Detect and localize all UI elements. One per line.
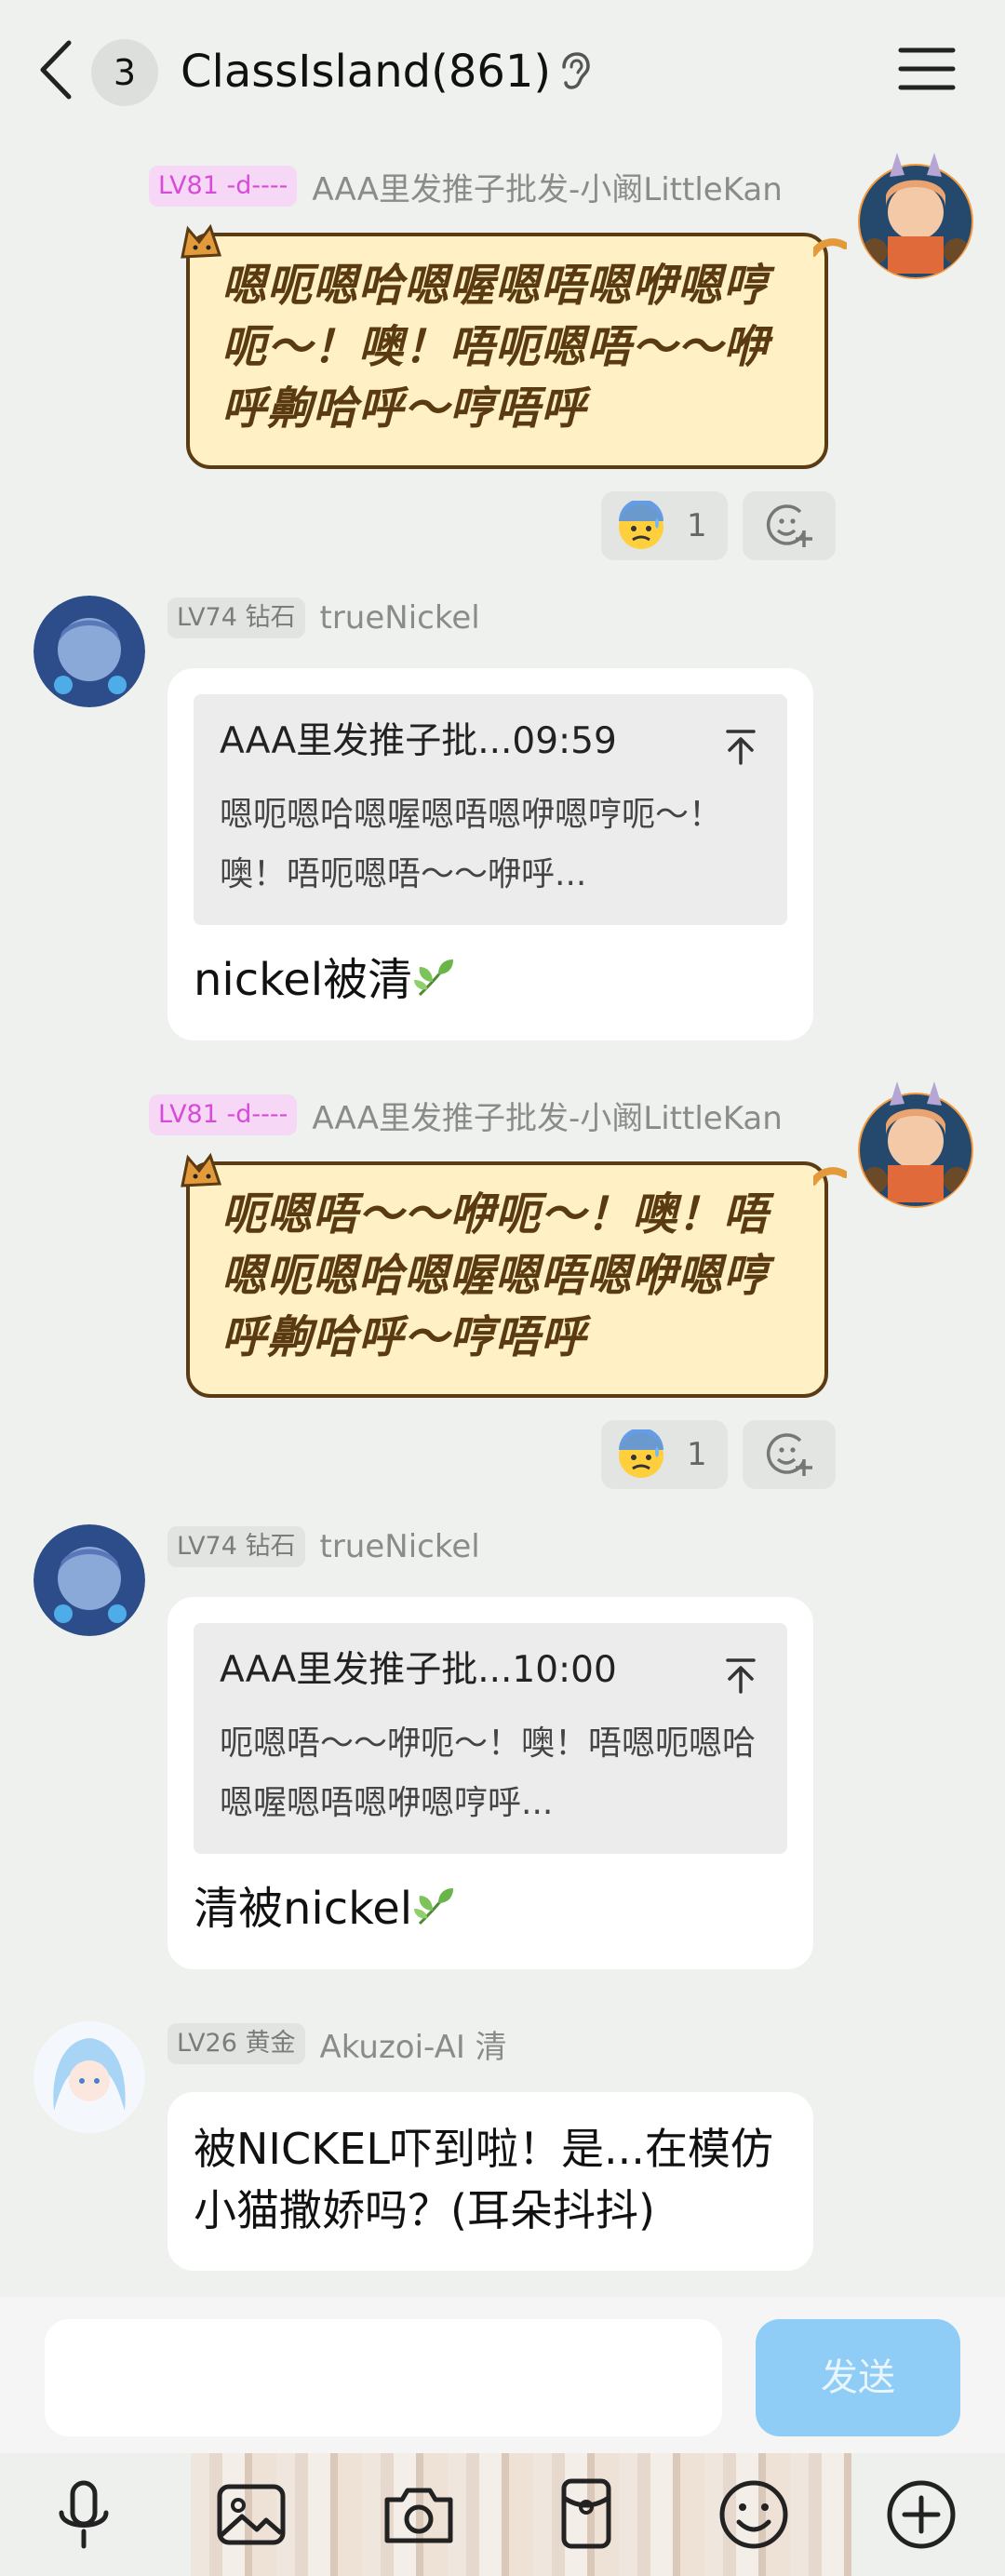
reaction-count: 1	[687, 1436, 707, 1473]
reaction-count: 1	[687, 507, 707, 544]
red-packet-icon[interactable]	[542, 2470, 631, 2559]
add-emoji-icon	[766, 504, 812, 547]
reaction-chip[interactable]: 1	[601, 491, 728, 560]
quote-text: 呃嗯唔～～咿呃～！噢！唔嗯呃嗯哈嗯喔嗯唔嗯咿嗯哼呼...	[220, 1724, 757, 1822]
jump-to-top-icon[interactable]	[722, 1657, 759, 1694]
sender-meta: LV74 钻石 trueNickel	[168, 1524, 480, 1569]
camera-icon[interactable]	[374, 2470, 463, 2559]
level-badge: LV26 黄金	[168, 2023, 305, 2064]
quote-header: AAA里发推子批...10:00	[220, 1649, 617, 1691]
level-badge: LV74 钻石	[168, 1526, 305, 1567]
anxious-sweat-emoji-icon	[619, 501, 663, 549]
sender-name[interactable]: trueNickel	[320, 599, 480, 637]
sender-name[interactable]: Akuzoi-AI 清	[320, 2021, 507, 2067]
message-bubble[interactable]: 被NICKEL吓到啦！是...在模仿小猫撒娇吗？(耳朵抖抖)	[168, 2092, 813, 2271]
anxious-sweat-emoji-icon	[619, 1429, 663, 1478]
unread-count-badge[interactable]: 3	[91, 39, 158, 106]
avatar[interactable]	[34, 596, 145, 707]
message-text: 嗯呃嗯哈嗯喔嗯唔嗯咿嗯哼呃～！噢！唔呃嗯唔～～咿呼齁哈呼～哼唔呼	[221, 260, 770, 435]
sender-meta: LV74 钻石 trueNickel	[168, 596, 480, 640]
message-text: 被NICKEL吓到啦！是...在模仿小猫撒娇吗？(耳朵抖抖)	[194, 2124, 773, 2235]
message-text: 清被nickel	[194, 1876, 459, 1941]
emoji-icon[interactable]	[709, 2470, 798, 2559]
send-button[interactable]: 发送	[756, 2319, 960, 2436]
herb-leaf-icon	[414, 959, 454, 997]
jump-to-top-icon[interactable]	[722, 728, 759, 765]
reply-message-bubble[interactable]: AAA里发推子批...09:59 嗯呃嗯哈嗯喔嗯唔嗯咿嗯哼呃～！噢！唔呃嗯唔～～…	[168, 668, 813, 1040]
composer-bar: 发送	[0, 2297, 1005, 2453]
sender-meta: LV81 -d---- AAA里发推子批发-小阚LittleKan	[149, 164, 783, 208]
message-bubble[interactable]: 嗯呃嗯哈嗯喔嗯唔嗯咿嗯哼呃～！噢！唔呃嗯唔～～咿呼齁哈呼～哼唔呼	[181, 223, 847, 469]
quote-text: 嗯呃嗯哈嗯喔嗯唔嗯咿嗯哼呃～！噢！唔呃嗯唔～～咿呼...	[220, 796, 723, 893]
message-text-content: nickel被清	[194, 954, 413, 1006]
reaction-chip[interactable]: 1	[601, 1420, 728, 1489]
level-badge: LV81 -d----	[149, 1094, 298, 1135]
message-input[interactable]	[45, 2319, 722, 2436]
sender-name[interactable]: AAA里发推子批发-小阚LittleKan	[312, 164, 782, 209]
level-badge: LV81 -d----	[149, 166, 298, 207]
microphone-icon[interactable]	[39, 2470, 128, 2559]
add-reaction-button[interactable]	[743, 1420, 836, 1489]
sender-meta: LV81 -d---- AAA里发推子批发-小阚LittleKan	[149, 1093, 783, 1137]
quote-header: AAA里发推子批...09:59	[220, 720, 617, 762]
message-text: nickel被清	[194, 947, 459, 1013]
add-reaction-button[interactable]	[743, 491, 836, 560]
group-title[interactable]: ClassIsland(861)	[181, 39, 551, 104]
plus-icon[interactable]	[877, 2470, 966, 2559]
ear-icon[interactable]	[553, 50, 594, 91]
message-text-content: 清被nickel	[194, 1883, 413, 1935]
avatar[interactable]	[34, 2021, 145, 2133]
level-badge: LV74 钻石	[168, 597, 305, 638]
sender-meta: LV26 黄金 Akuzoi-AI 清	[168, 2021, 507, 2066]
sender-name[interactable]: trueNickel	[320, 1528, 480, 1565]
quoted-message[interactable]: AAA里发推子批...10:00 呃嗯唔～～咿呃～！噢！唔嗯呃嗯哈嗯喔嗯唔嗯咿嗯…	[194, 1623, 787, 1854]
back-chevron-icon[interactable]	[34, 37, 80, 102]
message-bubble[interactable]: 呃嗯唔～～咿呃～！噢！唔嗯呃嗯哈嗯喔嗯唔嗯咿嗯哼呼齁哈呼～哼唔呼	[181, 1152, 847, 1398]
chat-header: 3 ClassIsland(861)	[0, 0, 1005, 140]
quoted-message[interactable]: AAA里发推子批...09:59 嗯呃嗯哈嗯喔嗯唔嗯咿嗯哼呃～！噢！唔呃嗯唔～～…	[194, 694, 787, 925]
avatar[interactable]	[854, 140, 977, 279]
sender-name[interactable]: AAA里发推子批发-小阚LittleKan	[312, 1093, 782, 1138]
cat-tail-icon	[813, 1167, 847, 1186]
message-text: 呃嗯唔～～咿呃～！噢！唔嗯呃嗯哈嗯喔嗯唔嗯咿嗯哼呼齁哈呼～哼唔呼	[221, 1188, 770, 1363]
menu-icon[interactable]	[895, 41, 958, 97]
cat-tail-icon	[813, 238, 847, 257]
image-icon[interactable]	[207, 2470, 296, 2559]
bottom-toolbar	[0, 2453, 1005, 2576]
add-emoji-icon	[766, 1433, 812, 1476]
reply-message-bubble[interactable]: AAA里发推子批...10:00 呃嗯唔～～咿呃～！噢！唔嗯呃嗯哈嗯喔嗯唔嗯咿嗯…	[168, 1597, 813, 1969]
herb-leaf-icon	[414, 1888, 454, 1925]
avatar[interactable]	[854, 1068, 977, 1208]
avatar[interactable]	[34, 1524, 145, 1636]
